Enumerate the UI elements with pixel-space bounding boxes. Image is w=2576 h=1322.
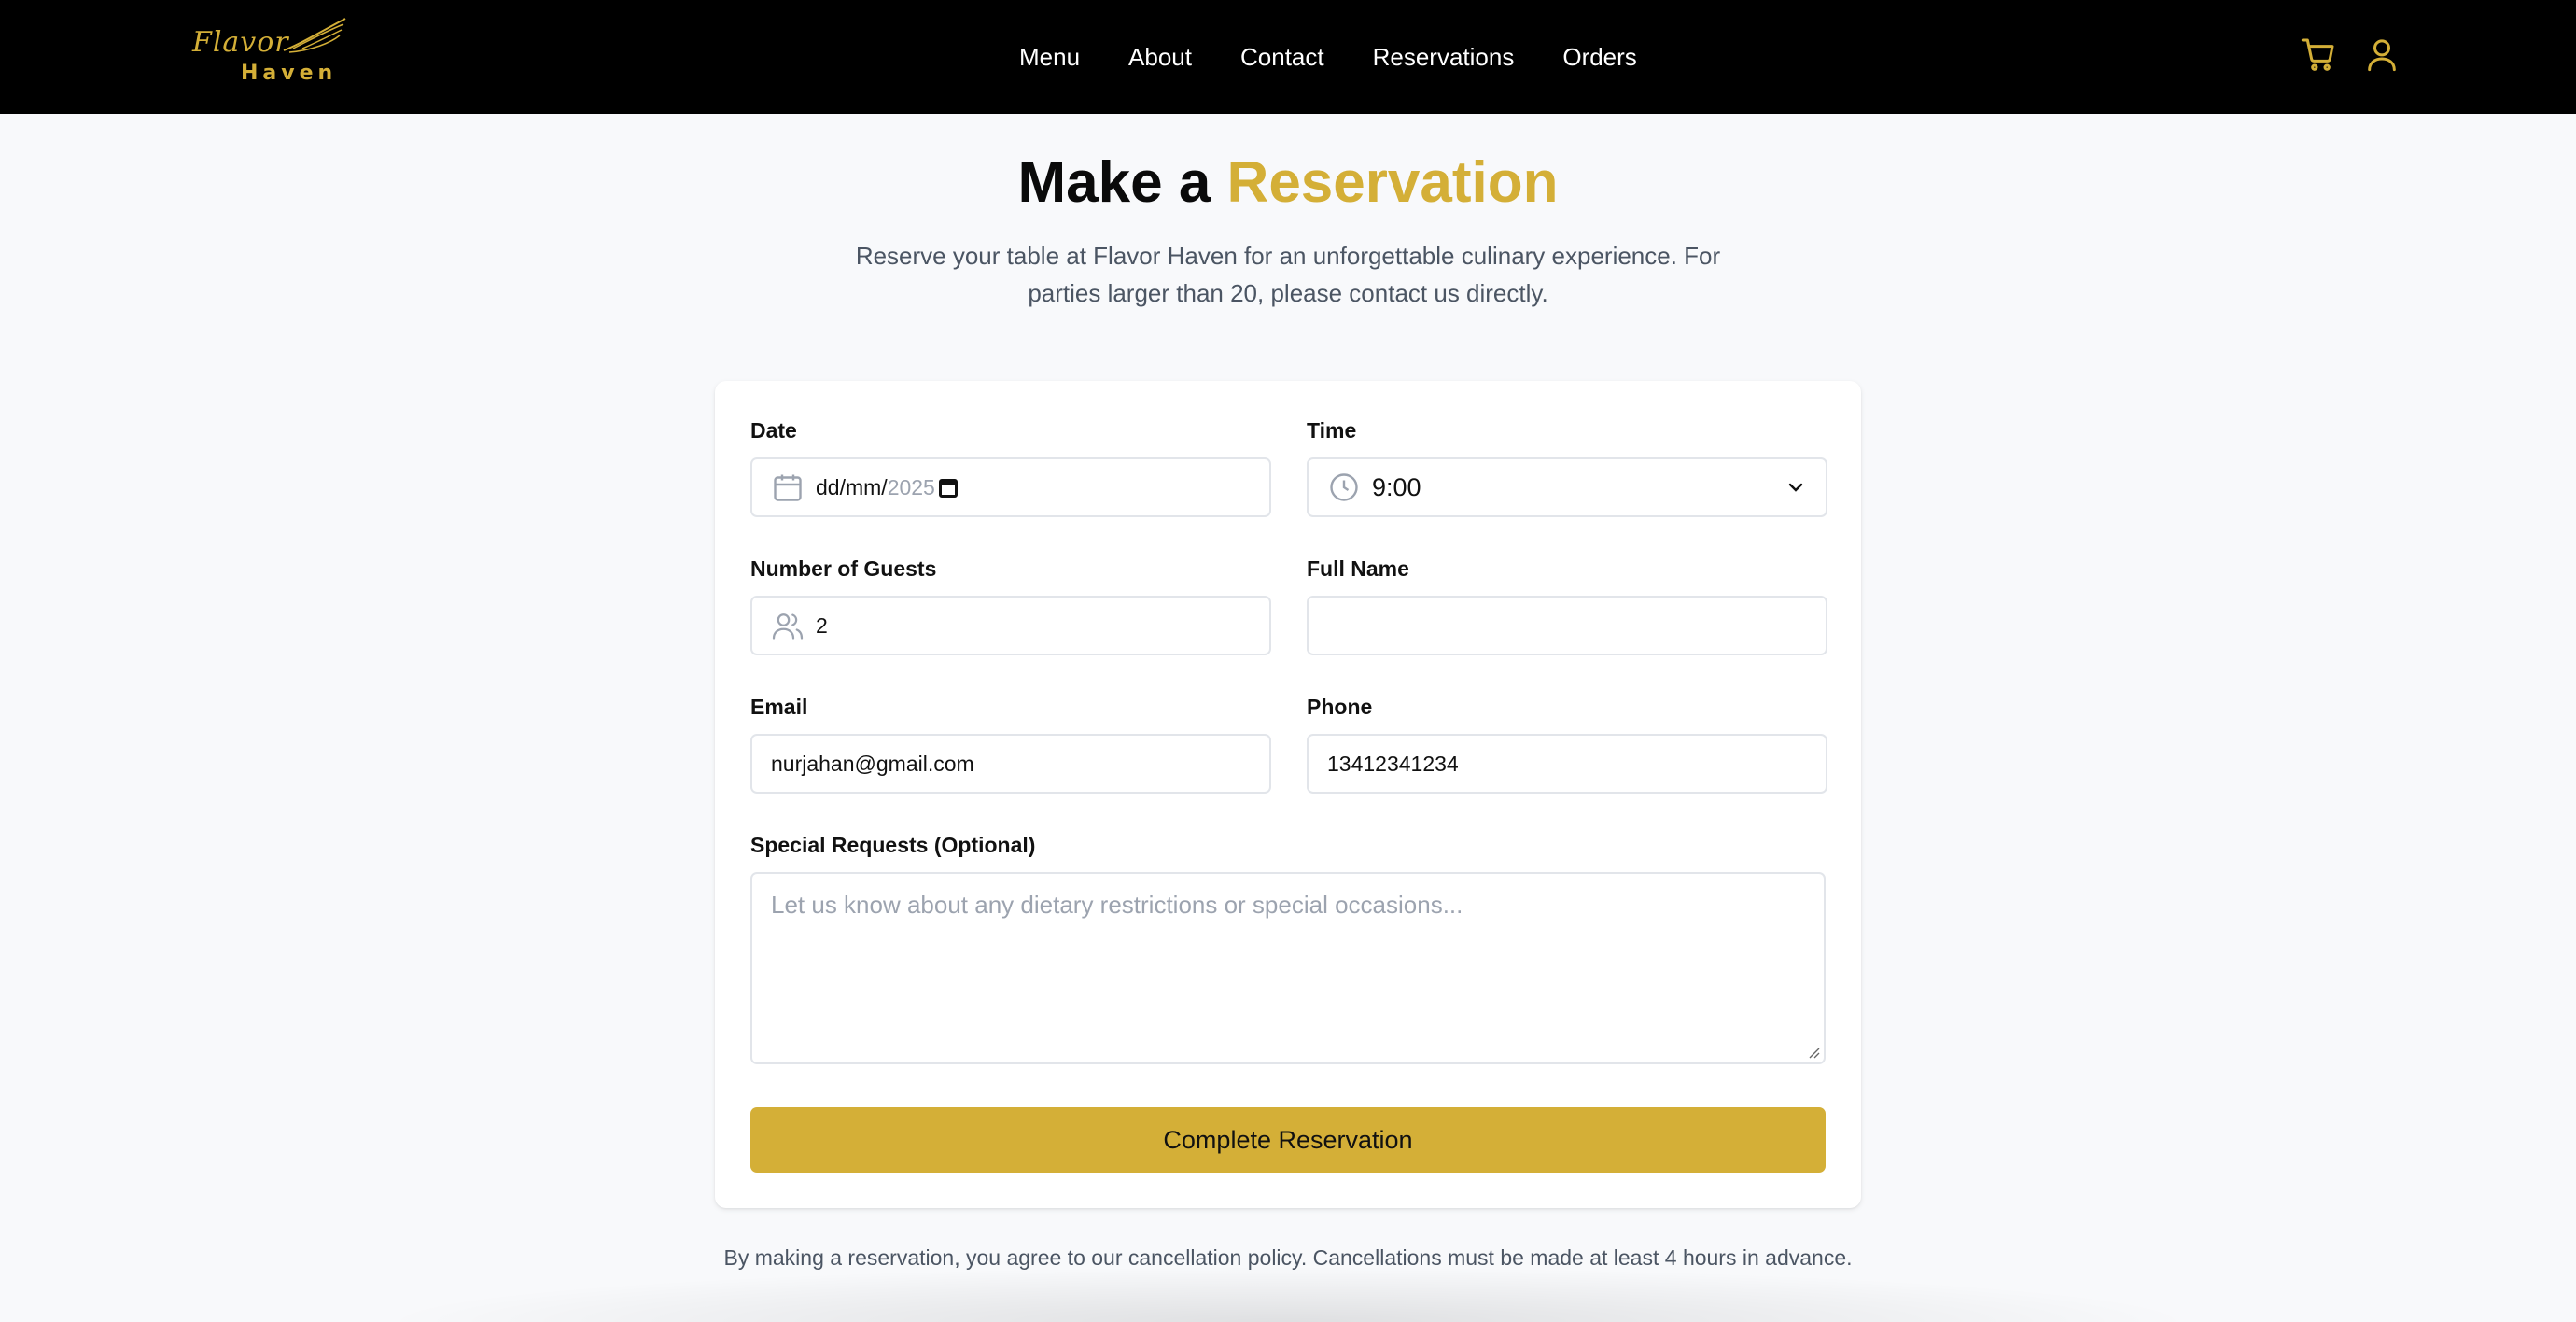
special-requests-textarea[interactable]: Let us know about any dietary restrictio… (750, 872, 1826, 1064)
footer-shadow (373, 1266, 2203, 1322)
logo-script-text: Flavor (192, 26, 289, 59)
time-select[interactable]: 9:00 (1307, 457, 1827, 517)
time-label: Time (1307, 418, 1357, 443)
email-label: Email (750, 695, 808, 719)
brand-logo[interactable]: Flavor Haven (190, 15, 349, 93)
header-actions (2300, 34, 2401, 75)
clock-icon (1330, 473, 1358, 501)
calendar-icon (774, 474, 802, 501)
date-value-year: 2025 (887, 474, 935, 499)
nav-item-menu[interactable]: Menu (1019, 43, 1080, 72)
nav-item-about[interactable]: About (1128, 43, 1192, 72)
complete-reservation-button[interactable]: Complete Reservation (750, 1107, 1826, 1173)
special-requests-placeholder: Let us know about any dietary restrictio… (771, 891, 1463, 919)
date-picker-icon[interactable] (938, 478, 958, 498)
date-value: dd/mm/2025 (816, 475, 958, 500)
email-field[interactable]: nurjahan@gmail.com (750, 734, 1271, 794)
date-label: Date (750, 418, 797, 443)
top-navbar: Flavor Haven Menu About Contact Reservat… (0, 0, 2576, 114)
chevron-down-icon (1788, 483, 1803, 492)
nav-item-orders[interactable]: Orders (1562, 43, 1636, 72)
user-icon[interactable] (2363, 34, 2401, 75)
cart-icon[interactable] (2300, 34, 2337, 75)
full-name-label: Full Name (1307, 556, 1409, 581)
title-prefix: Make a (1017, 150, 1211, 215)
logo-word: Haven (241, 62, 338, 85)
guests-label: Number of Guests (750, 556, 937, 581)
phone-field[interactable]: 13412341234 (1307, 734, 1827, 794)
nav-item-reservations[interactable]: Reservations (1373, 43, 1515, 72)
phone-value: 13412341234 (1327, 751, 1459, 776)
time-value: 9:00 (1372, 472, 1421, 501)
guests-value: 2 (816, 612, 828, 638)
resize-handle-icon[interactable] (1807, 1046, 1820, 1059)
wing-icon (283, 18, 346, 53)
page-subtitle: Reserve your table at Flavor Haven for a… (855, 242, 1721, 307)
full-name-input[interactable] (1307, 596, 1827, 655)
nav-item-contact[interactable]: Contact (1240, 43, 1324, 72)
email-value: nurjahan@gmail.com (771, 751, 974, 776)
main-nav: Menu About Contact Reservations Orders (1019, 0, 1637, 114)
page-title: Make a Reservation (0, 149, 2576, 216)
date-input[interactable]: dd/mm/2025 (750, 457, 1271, 517)
title-accent: Reservation (1226, 150, 1559, 215)
date-value-format: dd/mm/ (816, 474, 888, 499)
special-requests-label: Special Requests (Optional) (750, 833, 1036, 857)
phone-label: Phone (1307, 695, 1373, 719)
users-icon (772, 613, 804, 640)
reservation-form: Date dd/mm/2025 Time 9:00 Number of Gues… (715, 381, 1861, 1208)
guests-input[interactable]: 2 (750, 596, 1271, 655)
